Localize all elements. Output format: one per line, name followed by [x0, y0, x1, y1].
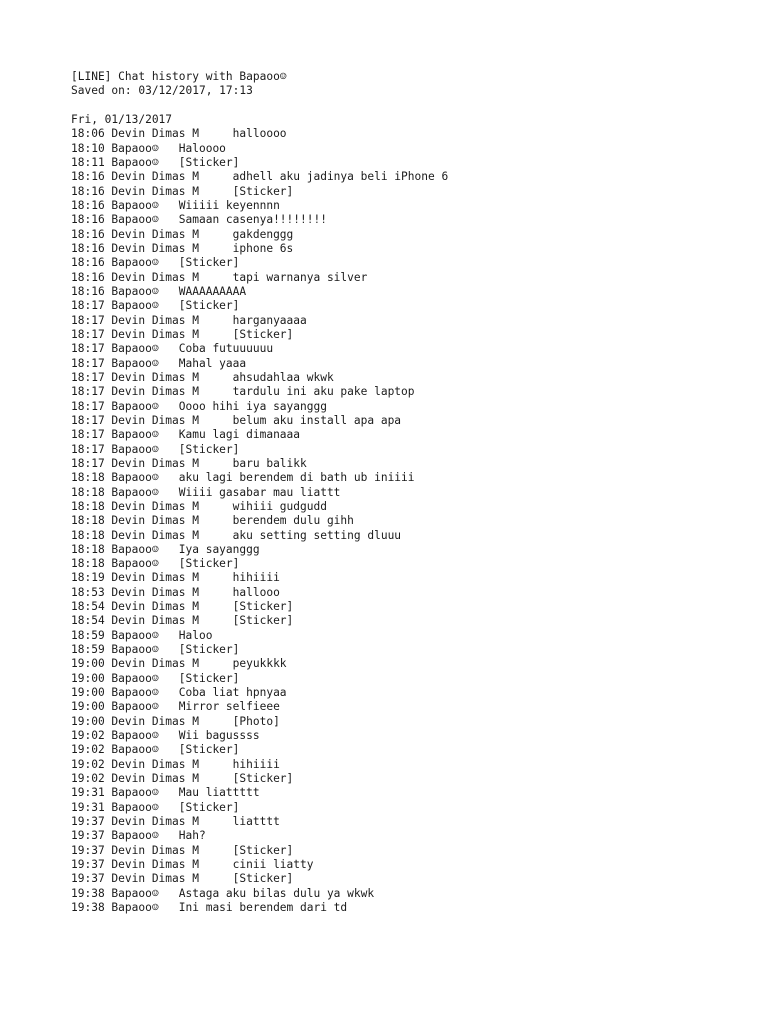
chat-log-line: 18:18 Bapaoo☺ aku lagi berendem di bath …	[71, 471, 415, 485]
chat-log-line: 18:17 Bapaoo☺ [Sticker]	[71, 299, 240, 313]
chat-log-text: [LINE] Chat history with Bapaoo☺ Saved o…	[71, 70, 748, 915]
chat-log-line: 18:17 Bapaoo☺ Mahal yaaa	[71, 356, 247, 370]
chat-log-line: 19:37 Devin Dimas M liatttt	[71, 815, 280, 829]
log-saved-on-line: Saved on: 03/12/2017, 17:13	[71, 84, 253, 98]
chat-log-line: 18:06 Devin Dimas M halloooo	[71, 127, 287, 141]
chat-log-line: 18:16 Devin Dimas M [Sticker]	[71, 184, 294, 198]
chat-log-line: 18:17 Devin Dimas M tardulu ini aku pake…	[71, 385, 415, 399]
chat-log-line: 18:54 Devin Dimas M [Sticker]	[71, 600, 294, 614]
chat-log-line: 19:02 Bapaoo☺ Wii bagussss	[71, 729, 260, 743]
chat-log-line: 18:17 Devin Dimas M [Sticker]	[71, 327, 294, 341]
chat-log-line: 18:17 Devin Dimas M harganyaaaa	[71, 313, 307, 327]
chat-log-line: 18:17 Bapaoo☺ Oooo hihi iya sayanggg	[71, 399, 327, 413]
chat-log-line: 18:11 Bapaoo☺ [Sticker]	[71, 155, 240, 169]
chat-log-line: 19:31 Bapaoo☺ [Sticker]	[71, 800, 240, 814]
chat-log-line: 18:16 Devin Dimas M tapi warnanya silver	[71, 270, 368, 284]
chat-log-line: 18:19 Devin Dimas M hihiiii	[71, 571, 280, 585]
chat-log-line: 18:10 Bapaoo☺ Haloooo	[71, 141, 226, 155]
chat-log-line: 19:00 Bapaoo☺ Coba liat hpnyaa	[71, 686, 287, 700]
chat-log-line: 19:00 Bapaoo☺ Mirror selfieee	[71, 700, 280, 714]
blank-separator-line	[71, 99, 748, 113]
chat-log-line: 19:00 Devin Dimas M peyukkkk	[71, 657, 287, 671]
chat-log-line: 18:53 Devin Dimas M hallooo	[71, 585, 280, 599]
message-line-list: 18:06 Devin Dimas M halloooo 18:10 Bapaoo…	[71, 127, 748, 915]
chat-log-line: 19:37 Devin Dimas M [Sticker]	[71, 872, 294, 886]
chat-log-line: 19:00 Bapaoo☺ [Sticker]	[71, 671, 240, 685]
chat-log-line: 18:16 Bapaoo☺ [Sticker]	[71, 256, 240, 270]
chat-log-line: 18:16 Bapaoo☺ WAAAAAAAAA	[71, 284, 247, 298]
chat-log-line: 18:59 Bapaoo☺ Haloo	[71, 628, 213, 642]
chat-log-line: 18:17 Devin Dimas M baru balikk	[71, 456, 307, 470]
chat-log-line: 19:02 Bapaoo☺ [Sticker]	[71, 743, 240, 757]
chat-log-line: 19:00 Devin Dimas M [Photo]	[71, 714, 280, 728]
chat-log-line: 18:54 Devin Dimas M [Sticker]	[71, 614, 294, 628]
chat-log-line: 18:17 Bapaoo☺ Coba futuuuuuu	[71, 342, 274, 356]
chat-log-line: 18:18 Devin Dimas M wihiii gudgudd	[71, 499, 327, 513]
chat-log-line: 18:16 Devin Dimas M adhell aku jadinya b…	[71, 170, 449, 184]
chat-log-line: 18:18 Bapaoo☺ [Sticker]	[71, 557, 240, 571]
chat-log-line: 18:16 Bapaoo☺ Wiiiii keyennnn	[71, 198, 280, 212]
date-heading-line: Fri, 01/13/2017	[71, 112, 173, 126]
chat-log-line: 18:16 Bapaoo☺ Samaan casenya!!!!!!!!	[71, 213, 327, 227]
chat-log-line: 18:17 Devin Dimas M ahsudahlaa wkwk	[71, 370, 334, 384]
chat-log-line: 19:02 Devin Dimas M [Sticker]	[71, 772, 294, 786]
chat-log-line: 18:18 Devin Dimas M aku setting setting …	[71, 528, 402, 542]
chat-log-line: 19:37 Devin Dimas M cinii liatty	[71, 858, 314, 872]
chat-log-line: 18:18 Devin Dimas M berendem dulu gihh	[71, 514, 354, 528]
chat-log-line: 18:16 Devin Dimas M gakdenggg	[71, 227, 294, 241]
chat-log-line: 19:38 Bapaoo☺ Astaga aku bilas dulu ya w…	[71, 886, 375, 900]
chat-log-line: 19:38 Bapaoo☺ Ini masi berendem dari td	[71, 901, 348, 915]
chat-log-line: 19:37 Bapaoo☺ Hah?	[71, 829, 206, 843]
chat-log-line: 18:16 Devin Dimas M iphone 6s	[71, 241, 294, 255]
chat-log-line: 18:17 Bapaoo☺ Kamu lagi dimanaaa	[71, 428, 301, 442]
log-title-line: [LINE] Chat history with Bapaoo☺	[71, 70, 287, 83]
chat-log-line: 18:18 Bapaoo☺ Wiiii gasabar mau liattt	[71, 485, 341, 499]
chat-log-line: 19:37 Devin Dimas M [Sticker]	[71, 843, 294, 857]
chat-log-line: 18:17 Devin Dimas M belum aku install ap…	[71, 413, 402, 427]
chat-log-line: 18:18 Bapaoo☺ Iya sayanggg	[71, 542, 260, 556]
document-page: [LINE] Chat history with Bapaoo☺ Saved o…	[0, 0, 768, 1024]
chat-log-line: 19:31 Bapaoo☺ Mau liattttt	[71, 786, 260, 800]
chat-log-line: 19:02 Devin Dimas M hihiiii	[71, 757, 280, 771]
chat-log-line: 18:17 Bapaoo☺ [Sticker]	[71, 442, 240, 456]
chat-log-line: 18:59 Bapaoo☺ [Sticker]	[71, 643, 240, 657]
